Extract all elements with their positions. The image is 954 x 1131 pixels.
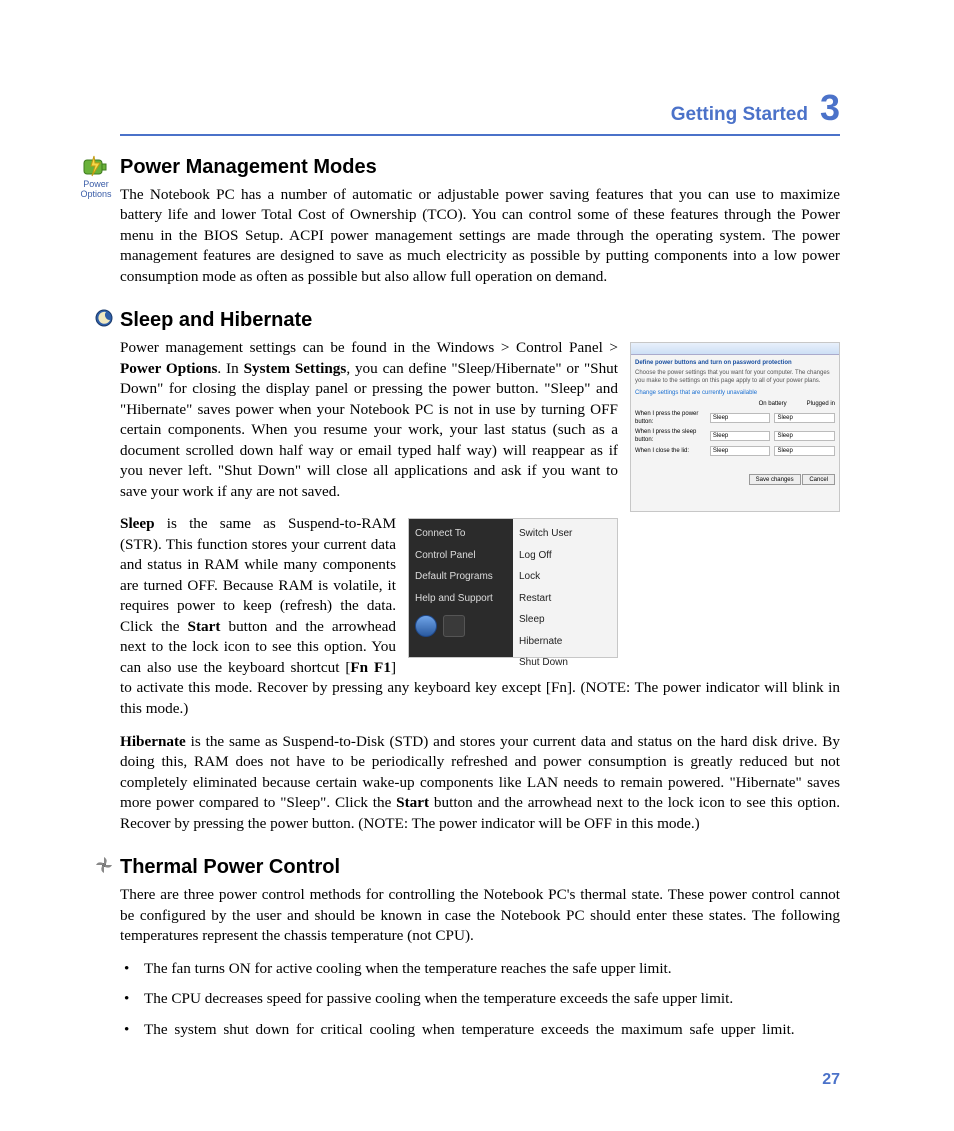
section-thermal: Thermal Power Control There are three po… (120, 854, 840, 1040)
para-sleep-3: Hibernate is the same as Suspend-to-Disk… (120, 732, 840, 835)
body-thermal: There are three power control methods fo… (120, 885, 840, 947)
thermal-fan-icon (94, 856, 114, 874)
dialog-cancel-button: Cancel (802, 474, 835, 485)
dialog-link: Change settings that are currently unava… (635, 389, 835, 397)
dialog-col-battery: On battery (759, 400, 787, 408)
menu-right-item: Switch User (519, 523, 611, 545)
menu-left-item: Default Programs (415, 566, 507, 588)
menu-right-item: Log Off (519, 545, 611, 567)
power-orb-icon (415, 615, 437, 637)
power-options-icon: Power Options (78, 154, 114, 200)
dialog-subtitle: Choose the power settings that you want … (635, 369, 835, 385)
section-power-management: Power Options Power Management Modes The… (120, 154, 840, 288)
icon-caption: Power Options (78, 180, 114, 200)
screenshot-power-options-dialog: Define power buttons and turn on passwor… (630, 342, 840, 512)
dialog-select: Sleep (774, 431, 835, 441)
dialog-select: Sleep (710, 431, 771, 441)
dialog-row1: When I press the power button: (635, 410, 706, 426)
chapter-title: Getting Started (671, 102, 808, 128)
heading-sleep-hibernate: Sleep and Hibernate (120, 307, 840, 334)
dialog-select: Sleep (774, 413, 835, 423)
lock-orb-icon (443, 615, 465, 637)
body-power-management: The Notebook PC has a number of automati… (120, 185, 840, 288)
sleep-moon-icon (94, 309, 114, 327)
heading-thermal: Thermal Power Control (120, 854, 840, 881)
dialog-row3: When I close the lid: (635, 447, 706, 455)
menu-left-item: Control Panel (415, 545, 507, 567)
dialog-title: Define power buttons and turn on passwor… (635, 359, 835, 367)
chapter-header: Getting Started 3 (120, 90, 840, 136)
dialog-save-button: Save changes (749, 474, 801, 485)
heading-power-management: Power Management Modes (120, 154, 840, 181)
screenshot-start-menu: Connect To Control Panel Default Program… (408, 518, 618, 658)
menu-left-item: Connect To (415, 523, 507, 545)
dialog-row2: When I press the sleep button: (635, 428, 706, 444)
menu-right-item: Shut Down (519, 652, 611, 674)
menu-right-item: Restart (519, 588, 611, 610)
menu-right-item: Lock (519, 566, 611, 588)
dialog-select: Sleep (710, 413, 771, 423)
page-number: 27 (822, 1069, 840, 1091)
dialog-select: Sleep (710, 446, 771, 456)
menu-right-item: Hibernate (519, 631, 611, 653)
dialog-select: Sleep (774, 446, 835, 456)
menu-right-item: Sleep (519, 609, 611, 631)
menu-left-item: Help and Support (415, 588, 507, 610)
dialog-col-plugged: Plugged in (807, 400, 835, 408)
thermal-bullets: The fan turns ON for active cooling when… (120, 959, 840, 1041)
chapter-number: 3 (820, 90, 840, 126)
thermal-bullet: The system shut down for critical coolin… (144, 1020, 840, 1041)
thermal-bullet: The fan turns ON for active cooling when… (144, 959, 840, 980)
section-sleep-hibernate: Sleep and Hibernate Define power buttons… (120, 307, 840, 834)
thermal-bullet: The CPU decreases speed for passive cool… (144, 989, 840, 1010)
page-content: Getting Started 3 Power Options Power Ma… (120, 90, 840, 1060)
